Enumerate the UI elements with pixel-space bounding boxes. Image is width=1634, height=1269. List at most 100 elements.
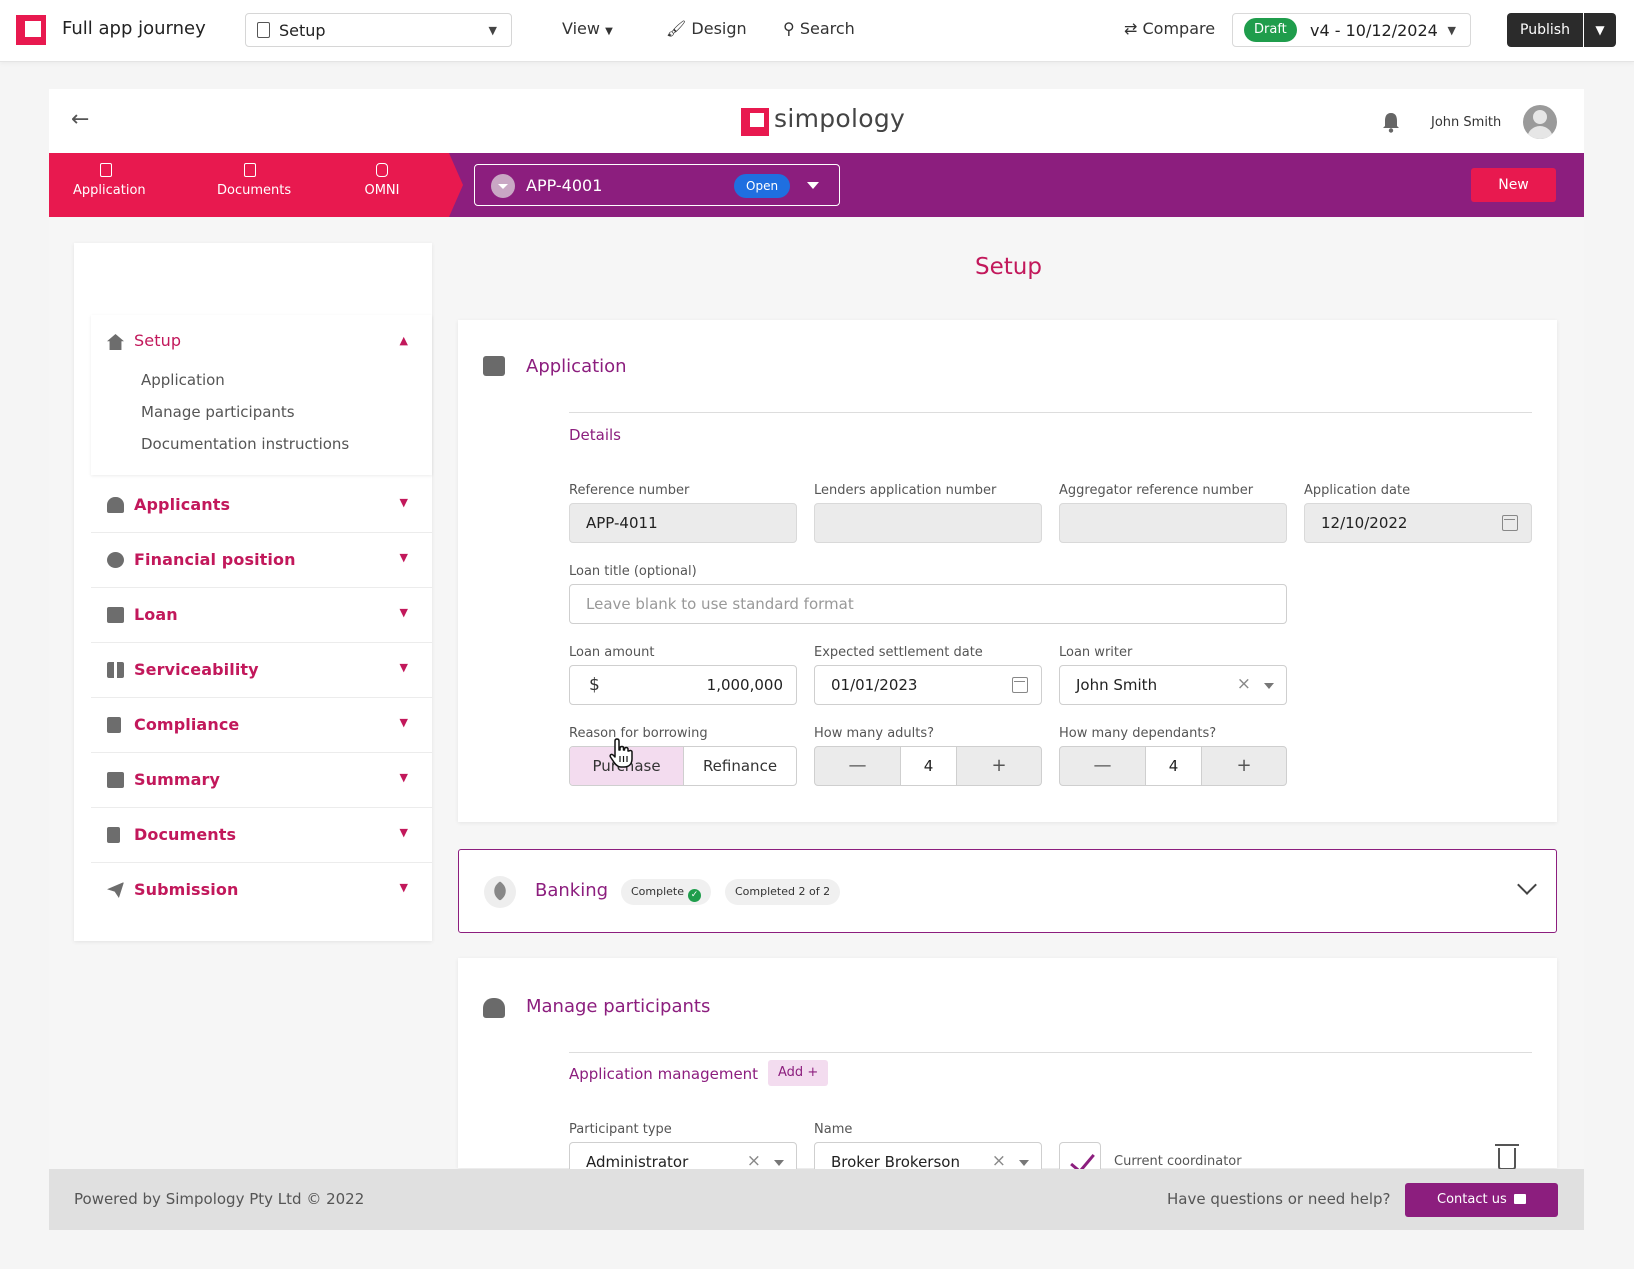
paint-roller-icon: 🖌	[666, 19, 687, 38]
lenders-app-number-field	[814, 503, 1042, 543]
chevron-down-icon: ▼	[399, 496, 408, 509]
wallet-icon	[107, 607, 124, 623]
chevron-down-icon: ▼	[488, 24, 497, 37]
decrement-button[interactable]: —	[1060, 747, 1145, 785]
clear-icon[interactable]: ×	[992, 1151, 1006, 1171]
application-select[interactable]: APP-4001 Open	[474, 164, 840, 206]
sidebar-item-financial-position[interactable]: Financial position ▼	[91, 534, 432, 588]
participants-card: Manage participants Application manageme…	[458, 958, 1557, 1182]
trash-icon[interactable]	[1495, 1144, 1519, 1170]
sidebar-item-label: Loan	[134, 605, 178, 624]
chevron-down-icon: ▼	[399, 881, 408, 894]
caret-down-icon	[1019, 1160, 1029, 1166]
sidebar-item-label: Compliance	[134, 715, 240, 734]
currency-symbol: $	[589, 675, 600, 695]
tab-application[interactable]: Application	[73, 163, 146, 198]
section-title: Banking	[535, 880, 609, 901]
participant-type-label: Participant type	[569, 1122, 672, 1137]
banking-section[interactable]: Banking Complete ✓ Completed 2 of 2	[458, 849, 1557, 933]
bell-icon[interactable]	[1381, 111, 1401, 133]
page-select[interactable]: Setup ▼	[245, 13, 512, 47]
sidebar-item-label: Serviceability	[134, 660, 259, 679]
settlement-date-input[interactable]: 01/01/2023	[814, 665, 1042, 705]
adults-value[interactable]: 4	[900, 747, 957, 785]
reference-number-field: APP-4011	[569, 503, 797, 543]
view-menu[interactable]: View ▼	[562, 19, 613, 38]
back-arrow-icon[interactable]: ←	[71, 107, 89, 132]
check-circle-icon: ✓	[688, 889, 702, 902]
loan-amount-label: Loan amount	[569, 645, 655, 660]
application-date-label: Application date	[1304, 483, 1411, 498]
contact-us-button[interactable]: Contact us	[1405, 1183, 1558, 1217]
loan-title-input[interactable]: Leave blank to use standard format	[569, 584, 1287, 624]
app-header: ← simpology John Smith	[49, 89, 1584, 153]
rocket-icon	[484, 876, 516, 908]
chevron-down-icon: ▼	[399, 661, 408, 674]
sidebar-item-compliance[interactable]: Compliance ▼	[91, 699, 432, 753]
clear-icon[interactable]: ×	[1237, 674, 1251, 694]
clipboard-icon	[100, 163, 112, 177]
search-button[interactable]: ⚲ Search	[783, 19, 855, 38]
chevron-down-icon: ▼	[1595, 23, 1605, 37]
document-icon	[257, 22, 270, 38]
loan-amount-input[interactable]: $1,000,000	[569, 665, 797, 705]
sidebar-item-applicants[interactable]: Applicants ▼	[91, 479, 432, 533]
section-label: Application management	[569, 1065, 759, 1083]
sidebar-item-label: Documents	[134, 825, 237, 844]
status-badge: Open	[734, 174, 791, 198]
section-label: Details	[569, 426, 622, 444]
scroll-icon	[483, 356, 505, 376]
increment-button[interactable]: +	[957, 747, 1041, 785]
compare-button[interactable]: ⇄ Compare	[1124, 19, 1215, 38]
sidebar-item-summary[interactable]: Summary ▼	[91, 754, 432, 808]
brand-name: simpology	[774, 104, 906, 133]
scroll-icon	[107, 772, 124, 788]
people-icon	[483, 998, 505, 1018]
increment-button[interactable]: +	[1202, 747, 1286, 785]
user-name: John Smith	[1431, 115, 1502, 130]
version-select[interactable]: Draft v4 - 10/12/2024 ▼	[1232, 13, 1471, 47]
sidebar-subitem-application[interactable]: Application	[141, 371, 225, 389]
help-text: Have questions or need help?	[1167, 1190, 1391, 1208]
reason-option-refinance[interactable]: Refinance	[684, 747, 796, 785]
loan-writer-select[interactable]: John Smith ×	[1059, 665, 1287, 705]
decrement-button[interactable]: —	[815, 747, 900, 785]
sidebar-subitem-manage-participants[interactable]: Manage participants	[141, 403, 295, 421]
sidebar-subitem-documentation-instructions[interactable]: Documentation instructions	[141, 435, 349, 453]
progress-badge: Completed 2 of 2	[725, 879, 841, 905]
search-icon: ⚲	[783, 19, 795, 38]
sidebar-item-documents[interactable]: Documents ▼	[91, 809, 432, 863]
sidebar-item-submission[interactable]: Submission ▼	[91, 864, 432, 918]
sidebar-item-setup[interactable]: Setup ▲	[91, 315, 432, 365]
brand-mark	[741, 108, 769, 136]
avatar[interactable]	[1523, 105, 1557, 139]
design-button[interactable]: 🖌 Design	[666, 19, 747, 38]
reason-toggle: Purchase Refinance	[569, 746, 797, 786]
new-application-button[interactable]: New	[1471, 168, 1556, 202]
chat-icon	[1514, 1194, 1526, 1204]
people-icon	[107, 497, 124, 513]
card-title: Manage participants	[526, 996, 711, 1017]
grid-icon	[107, 662, 124, 678]
application-id: APP-4001	[526, 176, 603, 195]
sidebar: Setup ▲ Application Manage participants …	[74, 243, 432, 941]
sidebar-item-serviceability[interactable]: Serviceability ▼	[91, 644, 432, 698]
version-value: v4 - 10/12/2024	[1310, 21, 1438, 40]
chevron-down-icon: ▼	[399, 551, 408, 564]
clear-icon[interactable]: ×	[747, 1151, 761, 1171]
sidebar-item-loan[interactable]: Loan ▼	[91, 589, 432, 643]
tab-documents[interactable]: Documents	[217, 163, 291, 198]
dependants-value[interactable]: 4	[1145, 747, 1202, 785]
tab-omni[interactable]: OMNI	[357, 163, 407, 198]
sidebar-item-label: Financial position	[134, 550, 296, 569]
publish-button[interactable]: Publish	[1507, 13, 1583, 47]
chevron-down-icon: ▼	[605, 26, 613, 37]
adults-label: How many adults?	[814, 726, 935, 741]
add-participant-button[interactable]: Add +	[768, 1060, 829, 1086]
dependants-stepper: — 4 +	[1059, 746, 1287, 786]
application-date-field[interactable]: 12/10/2022	[1304, 503, 1532, 543]
name-label: Name	[814, 1122, 853, 1137]
publish-options-button[interactable]: ▼	[1584, 13, 1616, 47]
chevron-down-icon[interactable]	[1517, 875, 1537, 895]
expand-circle-icon	[491, 174, 515, 198]
